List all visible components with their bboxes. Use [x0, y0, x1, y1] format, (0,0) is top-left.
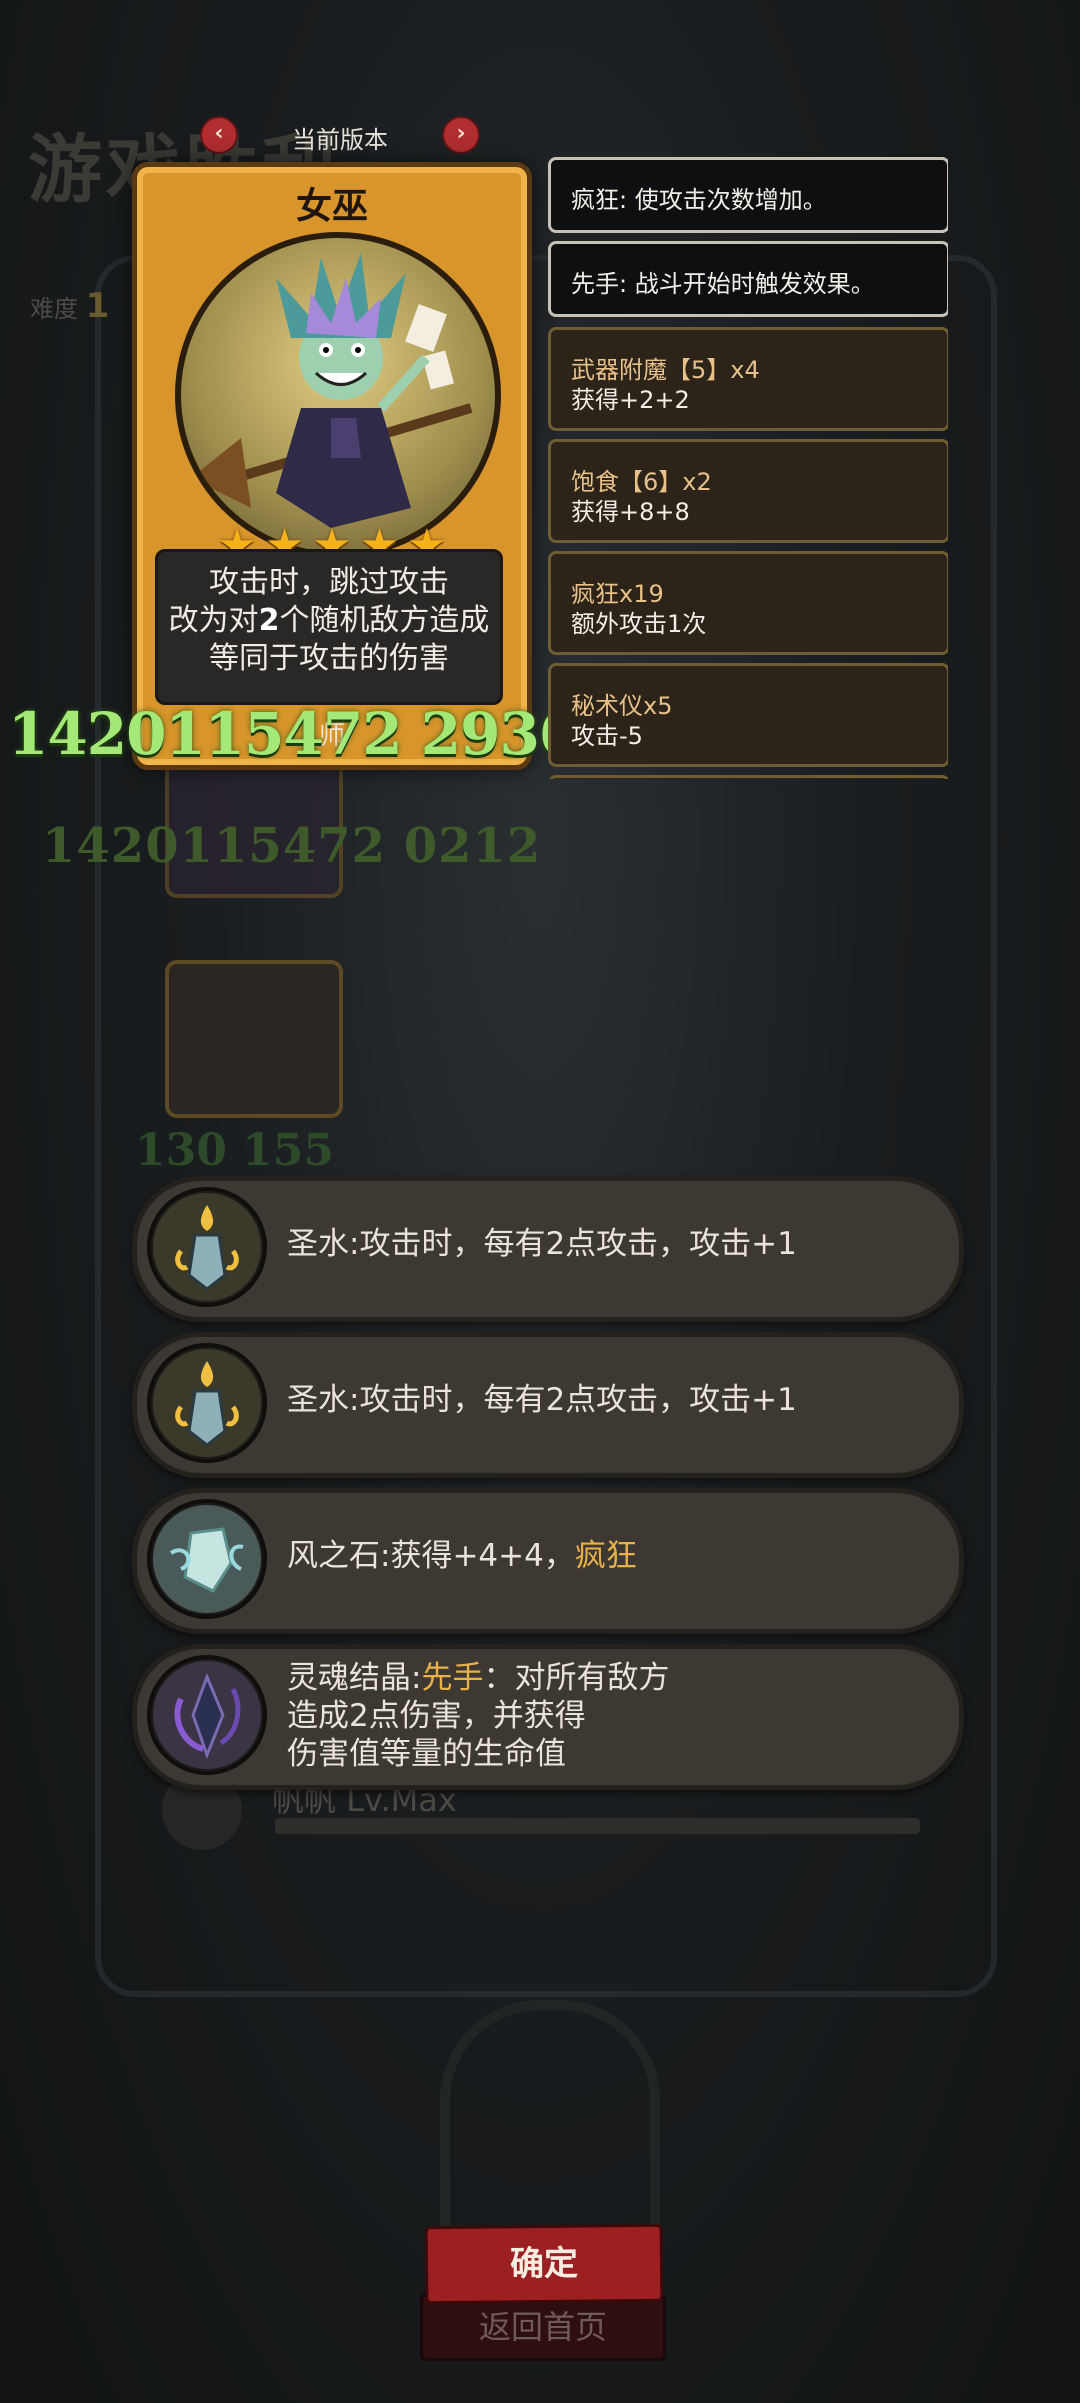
version-header: ‹ 当前版本 ›	[200, 116, 480, 154]
confirm-button[interactable]: 确定	[424, 2223, 664, 2305]
card-description: 攻击时，跳过攻击 改为对2个随机敌方造成 等同于攻击的伤害	[168, 565, 490, 676]
background-difficulty: 难度 1	[30, 286, 110, 326]
soul-crystal-icon	[147, 1655, 267, 1775]
holy-water-icon	[147, 1343, 267, 1463]
wind-stone-icon	[147, 1499, 267, 1619]
background-number: 1420115472 0212	[42, 818, 542, 874]
character-card[interactable]: 女巫 ★ ★ ★ ★ ★ 攻击时，跳过攻击 改为对2个随机敌方造成 等同于攻击的…	[132, 162, 532, 770]
relic-row[interactable]: 灵魂结晶:先手：对所有敌方 造成2点伤害，并获得 伤害值等量的生命值	[132, 1644, 964, 1790]
buff-item: 饱食【6】x2 获得+8+8	[548, 439, 948, 543]
effects-panel[interactable]: 疯狂: 使攻击次数增加。 先手: 战斗开始时触发效果。 武器附魔【5】x4 获得…	[548, 157, 948, 779]
background-arch	[440, 2000, 660, 2240]
relic-row[interactable]: 风之石:获得+4+4，疯狂	[132, 1488, 964, 1634]
buff-item: 秘术仪x5 攻击-5	[548, 663, 948, 767]
character-name: 女巫	[295, 186, 368, 227]
relic-description: 风之石:获得+4+4，疯狂	[287, 1538, 637, 1574]
keyword-tooltip: 疯狂: 使攻击次数增加。	[548, 157, 948, 233]
background-number: 130 155	[135, 1125, 335, 1176]
relic-description: 灵魂结晶:先手：对所有敌方 造成2点伤害，并获得 伤害值等量的生命值	[287, 1660, 670, 1772]
buff-item: 武器附魔【5】x4 获得+2+2	[548, 327, 948, 431]
buff-item: 疯狂x19 额外攻击1次	[548, 551, 948, 655]
relic-description: 圣水:攻击时，每有2点攻击，攻击+1	[287, 1382, 797, 1418]
relic-row[interactable]: 圣水:攻击时，每有2点攻击，攻击+1	[132, 1176, 964, 1322]
keyword-tooltip: 先手: 战斗开始时触发效果。	[548, 241, 948, 317]
relic-row[interactable]: 圣水:攻击时，每有2点攻击，攻击+1	[132, 1332, 964, 1478]
version-label: 当前版本	[292, 126, 388, 154]
witch-portrait	[175, 232, 501, 558]
background-level-bar	[275, 1818, 920, 1834]
card-description-box: 攻击时，跳过攻击 改为对2个随机敌方造成 等同于攻击的伤害	[155, 549, 503, 705]
holy-water-icon	[147, 1187, 267, 1307]
buff-item	[548, 775, 948, 779]
background-card	[165, 960, 343, 1118]
relic-description: 圣水:攻击时，每有2点攻击，攻击+1	[287, 1226, 797, 1262]
chevron-right-icon[interactable]: ›	[442, 116, 480, 154]
